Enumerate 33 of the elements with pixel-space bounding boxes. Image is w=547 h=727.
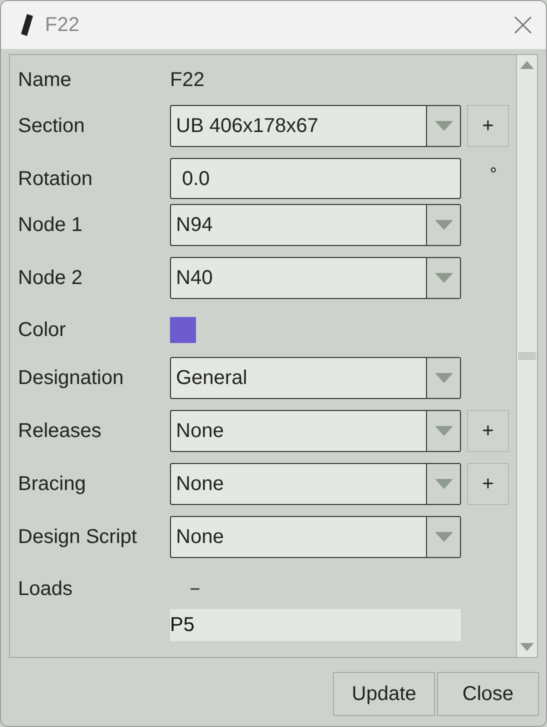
rotation-input[interactable]: 0.0	[170, 158, 461, 199]
dropdown[interactable]: General	[170, 357, 461, 399]
add-button[interactable]: +	[467, 410, 509, 452]
dropdown[interactable]: N40	[170, 257, 461, 299]
update-button[interactable]: Update	[333, 672, 435, 716]
field-label: Name	[18, 68, 72, 93]
close-button[interactable]: Close	[437, 672, 539, 716]
window-title: F22	[45, 13, 80, 38]
dropdown[interactable]: None	[170, 516, 461, 558]
field-label: Node 2	[18, 266, 84, 291]
field-label: Bracing	[18, 472, 87, 497]
field-label: Releases	[18, 419, 102, 444]
field-label: Loads	[18, 577, 74, 602]
degree-unit: °	[490, 163, 497, 186]
dropdown[interactable]: UB 406x178x67	[170, 105, 461, 147]
add-button[interactable]: +	[467, 463, 509, 505]
close-icon[interactable]	[514, 16, 532, 34]
add-button[interactable]: +	[467, 105, 509, 147]
field-label: Designation	[18, 366, 125, 391]
name-value: F22	[170, 68, 204, 93]
field-label: Node 1	[18, 213, 84, 238]
dropdown[interactable]: None	[170, 410, 461, 452]
scroll-grip-icon	[518, 352, 536, 360]
beam-icon	[19, 13, 35, 37]
color-swatch[interactable]	[170, 317, 196, 343]
field-label: Design Script	[18, 525, 138, 550]
field-label: Section	[18, 114, 86, 139]
dropdown[interactable]: None	[170, 463, 461, 505]
dropdown[interactable]: N94	[170, 204, 461, 246]
load-list-item[interactable]: P5	[170, 609, 461, 641]
field-label: Rotation	[18, 166, 94, 192]
remove-button[interactable]: −	[183, 577, 207, 601]
field-label: Color	[18, 318, 67, 343]
